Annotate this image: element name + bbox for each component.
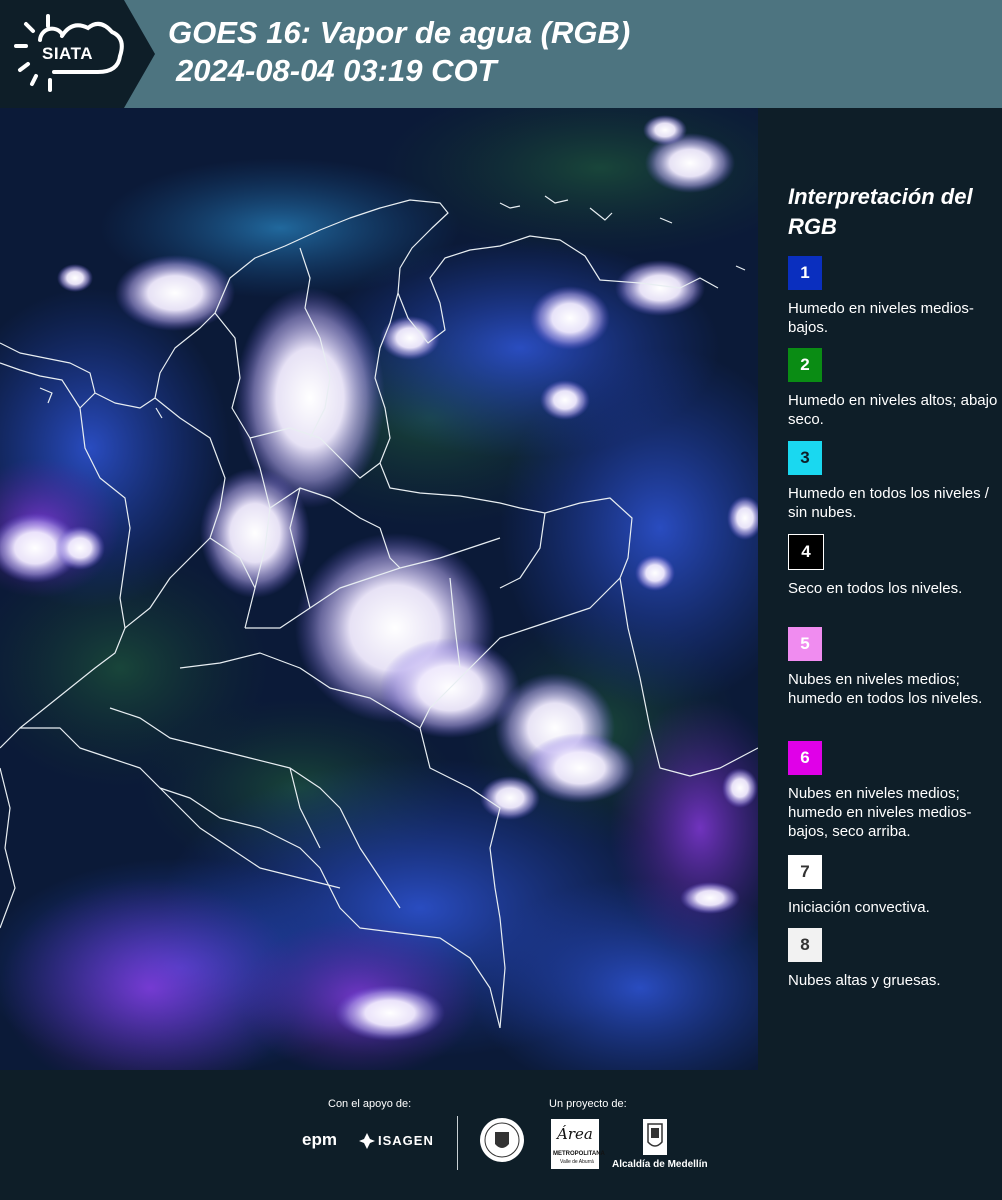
legend-swatch: 3 [788,441,822,475]
epm-logo: epm [302,1130,337,1149]
satellite-imagery [0,108,758,1070]
satellite-map [0,108,758,1070]
legend-label: Iniciación convectiva. [788,899,930,916]
siata-logo-text: SIATA [42,44,93,63]
legend-item-3: 3 Humedo en todos los niveles / sin nubes… [788,441,998,522]
footer: Con el apoyo de: Un proyecto de: epm ISA… [0,1070,1002,1200]
legend-title: Interpretación del RGB [788,184,973,239]
legend-label: Nubes altas y gruesas. [788,972,941,989]
medellin-seal-icon [480,1118,524,1162]
title-datetime: 2024-08-04 03:19 COT [176,53,497,88]
legend-label: Nubes en niveles medios; humedo en nivel… [788,785,972,840]
legend-swatch: 4 [788,534,824,570]
legend-item-5: 5 Nubes en niveles medios; humedo en todo… [788,627,998,708]
legend-label: Humedo en niveles altos; abajo seco. [788,392,998,428]
legend-swatch: 6 [788,741,822,775]
legend-panel: Interpretación del RGB 1 Humedo en nivele… [760,108,1002,1070]
area-metropolitana-logo: Área METROPOLITANA Valle de Aburrá [551,1119,605,1169]
legend-swatch: 2 [788,348,822,382]
legend-item-7: 7 Iniciación convectiva. [788,855,998,917]
amva-line2: Valle de Aburrá [560,1159,594,1165]
isagen-logo-icon [359,1133,375,1149]
page-title: GOES 16: Vapor de agua (RGB) 2024-08-04 … [168,14,630,90]
legend-item-1: 1 Humedo en niveles medios-bajos. [788,256,998,337]
legend-swatch: 5 [788,627,822,661]
legend-swatch: 1 [788,256,822,290]
title-product: GOES 16: Vapor de agua (RGB) [168,15,631,50]
support-label: Con el apoyo de: [328,1098,412,1110]
project-label: Un proyecto de: [549,1098,627,1110]
legend-label: Humedo en niveles medios-bajos. [788,300,974,336]
legend-label: Nubes en niveles medios; humedo en todos… [788,671,983,707]
footer-divider [457,1116,458,1170]
legend-item-4: 4 Seco en todos los niveles. [788,534,998,598]
isagen-logo: ISAGEN [378,1133,434,1148]
legend-item-2: 2 Humedo en niveles altos; abajo seco. [788,348,998,429]
legend-item-6: 6 Nubes en niveles medios; humedo en nive… [788,741,998,841]
alcaldia-logo-text: Alcaldía de Medellín [612,1159,708,1170]
legend-swatch: 8 [788,928,822,962]
legend-item-8: 8 Nubes altas y gruesas. [788,928,998,990]
amva-line1: METROPOLITANA [553,1151,605,1157]
legend-label: Humedo en todos los niveles / sin nubes. [788,485,989,521]
legend-swatch: 7 [788,855,822,889]
amva-script-text: Área [557,1125,593,1143]
alcaldia-shield-icon [643,1119,667,1155]
header: SIATA GOES 16: Vapor de agua (RGB) 2024-… [0,0,1002,108]
legend-label: Seco en todos los niveles. [788,580,963,597]
